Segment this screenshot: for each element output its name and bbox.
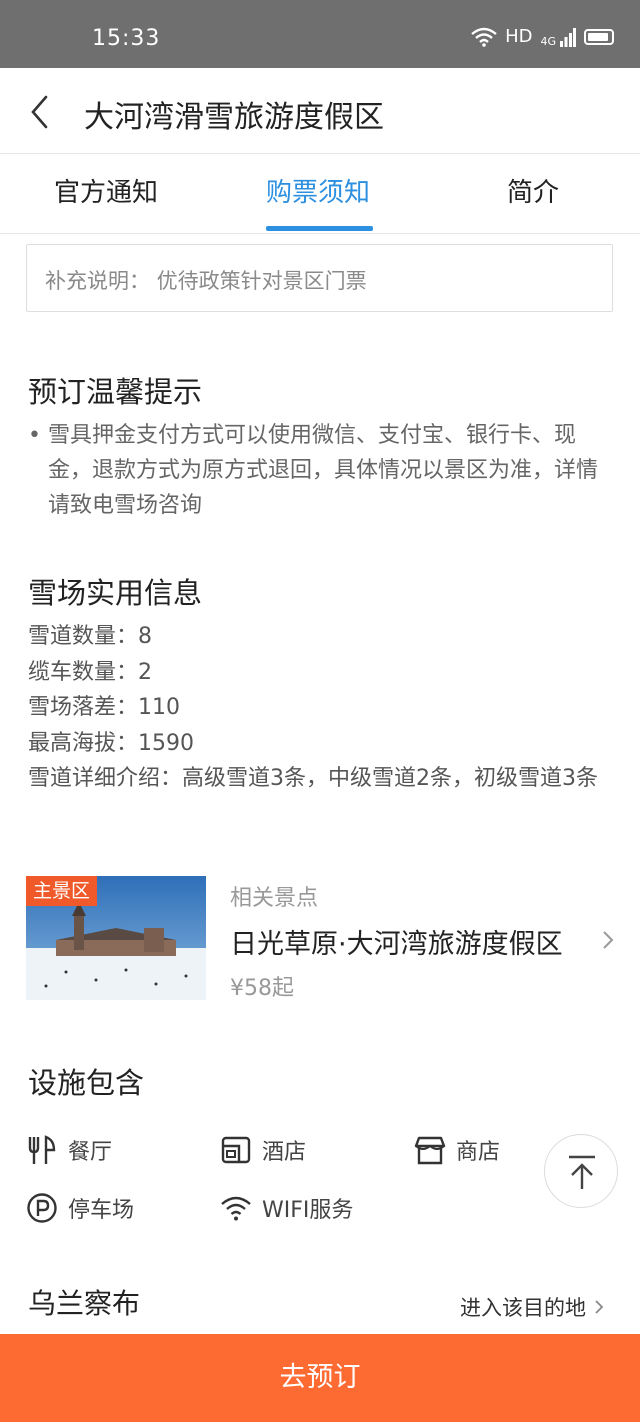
info-lift-count: 缆车数量：2	[28, 659, 152, 685]
enter-destination-link[interactable]: 进入该目的地	[460, 1292, 604, 1322]
facilities-title: 设施包含	[28, 1066, 145, 1100]
facility-label: 商店	[456, 1140, 501, 1165]
facility-label: 餐厅	[68, 1140, 113, 1165]
parking-icon	[27, 1193, 57, 1223]
tab-active-indicator	[266, 226, 373, 231]
info-max-altitude: 最高海拔：1590	[28, 730, 194, 756]
facility-label: 酒店	[262, 1140, 307, 1165]
enter-destination-label: 进入该目的地	[460, 1296, 586, 1320]
back-icon[interactable]	[28, 94, 52, 130]
hotel-icon	[221, 1136, 251, 1164]
info-vertical-drop: 雪场落差：110	[28, 695, 180, 720]
status-time: 15:33	[92, 26, 161, 51]
tab-ticket-notice[interactable]: 购票须知	[266, 172, 370, 209]
destination-title: 乌兰察布	[28, 1287, 141, 1320]
chevron-right-icon	[595, 1300, 604, 1314]
poi-label: 相关景点	[230, 886, 319, 911]
status-bar: 15:33 HD 4G	[0, 0, 640, 68]
main-area-badge: 主景区	[26, 876, 98, 906]
poi-name: 日光草原·大河湾旅游度假区	[230, 929, 563, 960]
poi-price: ¥58起	[230, 976, 294, 1001]
tab-official-notice[interactable]: 官方通知	[54, 172, 158, 209]
info-trail-count: 雪道数量：8	[28, 624, 152, 649]
facility-label: 停车场	[68, 1198, 135, 1223]
tab-bar: 官方通知 购票须知 简介	[0, 154, 640, 234]
restaurant-icon	[28, 1135, 56, 1164]
info-trail-details: 雪道详细介绍：高级雪道3条，中级雪道2条，初级雪道3条	[28, 766, 598, 791]
status-icons: HD 4G	[471, 26, 614, 47]
facility-wifi: WIFI服务	[220, 1190, 353, 1226]
facility-shop: 商店	[414, 1132, 500, 1168]
page-title: 大河湾滑雪旅游度假区	[84, 100, 384, 135]
tab-introduction[interactable]: 简介	[507, 172, 559, 209]
facility-parking: 停车场	[26, 1190, 134, 1226]
booking-tips-item: • 雪具押金支付方式可以使用微信、支付宝、银行卡、现金，退款方式为原方式退回，具…	[28, 418, 613, 523]
supplement-box: 补充说明： 优待政策针对景区门票	[26, 244, 613, 312]
shop-icon	[414, 1136, 446, 1165]
facility-restaurant: 餐厅	[26, 1132, 112, 1168]
book-button[interactable]: 去预订	[0, 1334, 640, 1422]
supplement-text: 补充说明： 优待政策针对景区门票	[45, 269, 367, 293]
header: 大河湾滑雪旅游度假区	[0, 68, 640, 154]
back-to-top-button[interactable]	[544, 1134, 618, 1208]
network-label: HD	[505, 26, 533, 47]
chevron-right-icon	[603, 931, 614, 949]
wifi-signal-icon	[471, 27, 497, 47]
wifi-icon	[221, 1196, 251, 1221]
resort-info-title: 雪场实用信息	[28, 576, 203, 610]
cell-signal-icon: 4G	[540, 27, 576, 47]
poi-thumbnail: 主景区	[26, 876, 206, 1000]
resort-info-list: 雪道数量：8 缆车数量：2 雪场落差：110 最高海拔：1590 雪道详细介绍：…	[28, 619, 613, 797]
cell-label: 4G	[540, 34, 556, 48]
facility-hotel: 酒店	[220, 1132, 306, 1168]
related-poi-card[interactable]: 主景区 相关景点 日光草原·大河湾旅游度假区 ¥58起	[26, 876, 616, 1001]
bullet-dot: •	[28, 423, 41, 448]
booking-tips-text: 雪具押金支付方式可以使用微信、支付宝、银行卡、现金，退款方式为原方式退回，具体情…	[48, 423, 599, 518]
arrow-up-icon	[569, 1155, 595, 1189]
battery-icon	[584, 28, 614, 45]
booking-tips-title: 预订温馨提示	[28, 375, 203, 409]
facility-label: WIFI服务	[262, 1198, 354, 1223]
